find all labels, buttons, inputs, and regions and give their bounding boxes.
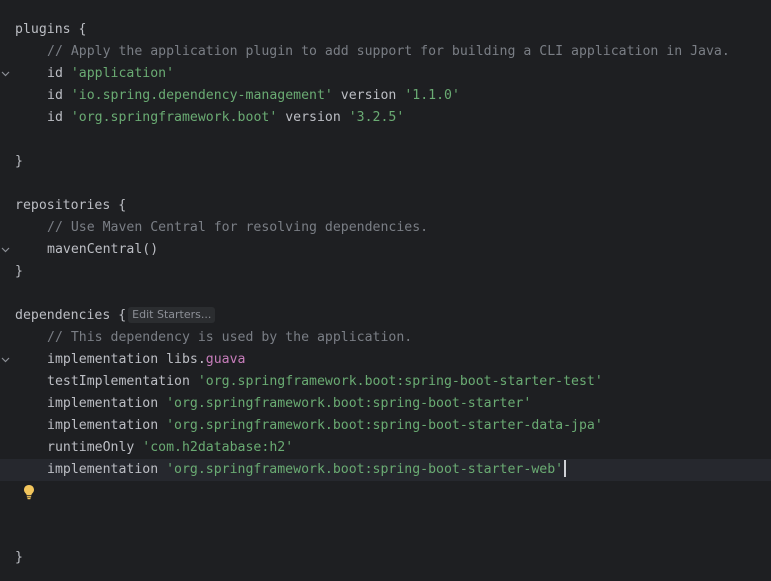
string-literal: 'org.springframework.boot' bbox=[70, 110, 278, 125]
code-line[interactable]: // This dependency is used by the applic… bbox=[0, 327, 771, 349]
code-comment: // Apply the application plugin to add s… bbox=[47, 44, 730, 59]
lightbulb-icon[interactable] bbox=[22, 440, 36, 500]
code-line[interactable]: repositories { bbox=[0, 195, 771, 253]
keyword-implementation: implementation bbox=[47, 396, 167, 411]
close-brace: } bbox=[15, 264, 23, 279]
close-brace: } bbox=[15, 550, 23, 565]
keyword-id: id bbox=[47, 66, 71, 81]
close-brace: } bbox=[15, 154, 23, 169]
code-comment: // Use Maven Central for resolving depen… bbox=[47, 220, 429, 235]
code-line[interactable]: implementation 'org.springframework.boot… bbox=[0, 393, 771, 415]
keyword-implementation: implementation bbox=[47, 418, 167, 433]
text-caret bbox=[564, 460, 567, 477]
string-literal: 'io.spring.dependency-management' bbox=[70, 88, 333, 103]
block-name-repositories: repositories bbox=[15, 198, 111, 213]
property-guava: guava bbox=[205, 352, 246, 367]
edit-starters-button[interactable]: Edit Starters... bbox=[128, 307, 216, 323]
keyword-test-implementation: testImplementation bbox=[47, 374, 198, 389]
keyword-implementation: implementation bbox=[47, 462, 167, 477]
code-line[interactable]: implementation 'org.springframework.boot… bbox=[0, 415, 771, 437]
version-literal: '1.1.0' bbox=[404, 88, 460, 103]
code-line[interactable]: mavenCentral() bbox=[0, 239, 771, 261]
keyword-id: id bbox=[47, 110, 71, 125]
keyword-runtime-only: runtimeOnly bbox=[47, 440, 143, 455]
code-line[interactable]: } bbox=[0, 547, 771, 569]
chevron-down-icon[interactable] bbox=[1, 202, 10, 253]
keyword-id: id bbox=[47, 88, 71, 103]
chevron-down-icon[interactable] bbox=[1, 312, 10, 363]
open-brace: { bbox=[110, 308, 127, 323]
string-literal: 'com.h2database:h2' bbox=[142, 440, 294, 455]
code-line[interactable]: testImplementation 'org.springframework.… bbox=[0, 371, 771, 393]
code-line[interactable]: id 'org.springframework.boot' version '3… bbox=[0, 107, 771, 129]
string-literal: 'org.springframework.boot:spring-boot-st… bbox=[166, 462, 564, 477]
code-line[interactable]: plugins { bbox=[0, 19, 771, 77]
block-name-plugins: plugins bbox=[15, 22, 71, 37]
string-literal: 'org.springframework.boot:spring-boot-st… bbox=[166, 396, 532, 411]
code-line[interactable]: implementation libs.guava bbox=[0, 349, 771, 371]
keyword-version: version bbox=[332, 88, 405, 103]
code-line[interactable]: id 'application' bbox=[0, 63, 771, 85]
keyword-implementation: implementation bbox=[47, 352, 167, 367]
code-comment: // This dependency is used by the applic… bbox=[47, 330, 413, 345]
code-line[interactable]: dependencies {Edit Starters... bbox=[0, 305, 771, 363]
method-call: mavenCentral() bbox=[47, 242, 159, 257]
code-line[interactable]: } bbox=[0, 261, 771, 283]
code-line[interactable]: // Apply the application plugin to add s… bbox=[0, 41, 771, 63]
string-literal: 'org.springframework.boot:spring-boot-st… bbox=[166, 418, 603, 433]
code-line[interactable]: // Use Maven Central for resolving depen… bbox=[0, 217, 771, 239]
current-line[interactable]: implementation 'org.springframework.boot… bbox=[0, 459, 771, 481]
code-editor[interactable]: plugins { // Apply the application plugi… bbox=[0, 0, 771, 581]
open-brace: { bbox=[70, 22, 87, 37]
block-name-dependencies: dependencies bbox=[15, 308, 111, 323]
code-line[interactable]: } bbox=[0, 151, 771, 173]
code-line[interactable]: id 'io.spring.dependency-management' ver… bbox=[0, 85, 771, 107]
code-line[interactable]: runtimeOnly 'com.h2database:h2' bbox=[0, 437, 771, 500]
string-literal: 'application' bbox=[70, 66, 175, 81]
open-brace: { bbox=[110, 198, 127, 213]
keyword-version: version bbox=[277, 110, 349, 125]
libs-reference: libs. bbox=[166, 352, 206, 367]
chevron-down-icon[interactable] bbox=[1, 26, 10, 77]
string-literal: 'org.springframework.boot:spring-boot-st… bbox=[197, 374, 603, 389]
version-literal: '3.2.5' bbox=[348, 110, 405, 125]
